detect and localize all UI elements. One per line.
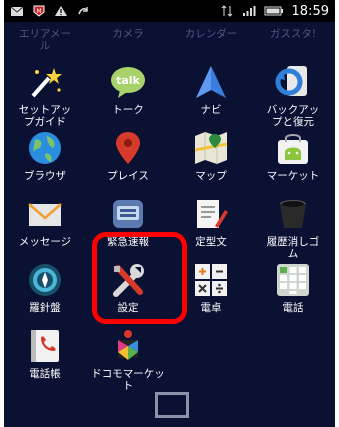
trash-icon: [275, 196, 311, 232]
home-button[interactable]: [155, 392, 189, 418]
clock: 18:59: [291, 3, 329, 19]
docomo-market-icon: [110, 328, 146, 364]
backup-restore-icon: [275, 64, 311, 100]
phonebook-icon: [27, 328, 63, 364]
svg-text:M: M: [36, 8, 41, 15]
template-text-icon: [193, 196, 229, 232]
shield-m-icon: M: [32, 5, 46, 17]
app-phonebook[interactable]: 電話帳: [4, 328, 86, 406]
top-row-scrolled: エリアメー ル カメラ カレンダー ガススタ!: [4, 28, 335, 64]
highlight-box: [92, 232, 187, 324]
talk-bubble-icon: talk: [110, 64, 146, 100]
compass-icon: [27, 262, 63, 298]
globe-icon: [27, 130, 63, 166]
warning-icon: [54, 5, 68, 17]
calculator-icon: [193, 262, 229, 298]
battery-icon: [264, 5, 284, 17]
setup-wand-icon: [27, 64, 63, 100]
market-bag-icon: [275, 130, 311, 166]
navigation-arrow-icon: [193, 64, 229, 100]
signal-icon: [242, 5, 256, 17]
data-arrows-icon: [220, 5, 234, 17]
map-icon: [193, 130, 229, 166]
mail-icon: [10, 5, 24, 17]
svg-text:talk: talk: [116, 74, 140, 87]
emergency-alert-icon: [110, 196, 146, 232]
sync-icon: [76, 5, 90, 17]
app-phone[interactable]: 電話: [252, 262, 334, 340]
status-bar: M 18:59: [4, 0, 335, 22]
app-drawer-screen: M 18:59 エリアメー ル カメラ カレンダー ガススタ! セットアッ プガ…: [4, 0, 335, 427]
envelope-icon: [27, 196, 63, 232]
place-pin-icon: [110, 130, 146, 166]
phone-keypad-icon: [275, 262, 311, 298]
